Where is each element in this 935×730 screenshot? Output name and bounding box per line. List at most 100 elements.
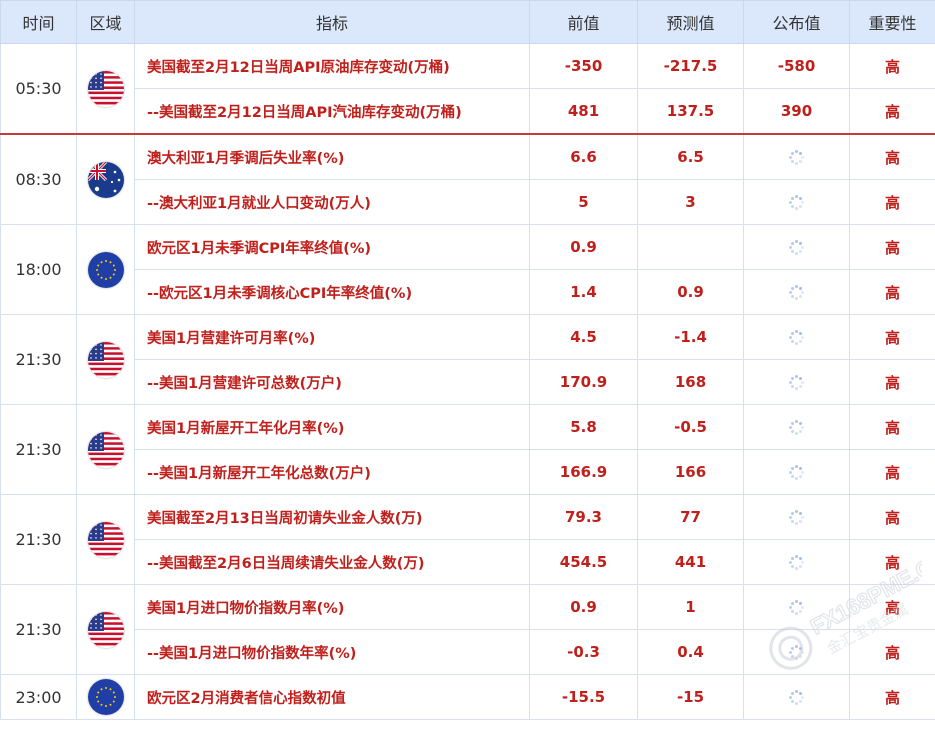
importance-value: 高 <box>849 359 935 405</box>
actual-value: 390 <box>743 88 850 135</box>
table-row: 18:00 欧元区1月未季调CPI年率终值(%) 0.9 高 <box>0 224 935 315</box>
actual-value <box>743 269 850 315</box>
forecast-value: 6.5 <box>637 133 744 180</box>
importance-value: 高 <box>849 539 935 585</box>
importance-value: 高 <box>849 629 935 675</box>
header-importance: 重要性 <box>849 0 935 44</box>
table-row: 21:30 美国截至2月13日当周初请失业金人数(万) 79.3 77 高 <box>0 494 935 585</box>
loading-icon <box>789 555 805 571</box>
region-flag <box>76 133 135 225</box>
header-forecast: 预测值 <box>637 0 744 44</box>
us-flag-icon <box>87 521 124 558</box>
loading-icon <box>789 195 805 211</box>
event-time: 05:30 <box>0 43 77 135</box>
actual-value <box>743 584 850 630</box>
event-time: 23:00 <box>0 674 77 720</box>
actual-value <box>743 404 850 450</box>
region-flag <box>76 404 135 495</box>
indicator-link[interactable]: --美国1月新屋开工年化总数(万户) <box>134 449 530 495</box>
indicator-link[interactable]: 美国1月营建许可月率(%) <box>134 314 530 360</box>
importance-value: 高 <box>849 88 935 135</box>
header-time: 时间 <box>0 0 77 44</box>
table-row: --欧元区1月未季调核心CPI年率终值(%) 1.4 0.9 高 <box>1 269 935 315</box>
australia-flag-icon <box>87 161 124 198</box>
previous-value: -15.5 <box>529 674 638 720</box>
actual-value <box>743 133 850 180</box>
indicator-link[interactable]: --欧元区1月未季调核心CPI年率终值(%) <box>134 269 530 315</box>
previous-value: -0.3 <box>529 629 638 675</box>
importance-value: 高 <box>849 449 935 495</box>
loading-icon <box>789 375 805 391</box>
table-row: --美国1月新屋开工年化总数(万户) 166.9 166 高 <box>1 449 935 495</box>
indicator-link[interactable]: --美国截至2月6日当周续请失业金人数(万) <box>134 539 530 585</box>
table-row: 05:30 美国截至2月12日当周API原油库存变动(万桶) -350 -217.5-… <box>0 43 935 135</box>
event-time: 21:30 <box>0 314 77 405</box>
forecast-value: 0.9 <box>637 269 744 315</box>
loading-icon <box>789 600 805 616</box>
importance-value: 高 <box>849 674 935 720</box>
indicator-link[interactable]: 欧元区1月未季调CPI年率终值(%) <box>134 224 530 270</box>
previous-value: 0.9 <box>529 224 638 270</box>
indicator-link[interactable]: 美国截至2月13日当周初请失业金人数(万) <box>134 494 530 540</box>
previous-value: -350 <box>529 43 638 89</box>
region-flag <box>76 43 135 135</box>
table-row: --美国截至2月6日当周续请失业金人数(万) 454.5 441 高 <box>1 539 935 585</box>
region-flag <box>76 314 135 405</box>
forecast-value: 1 <box>637 584 744 630</box>
header-indicator: 指标 <box>134 0 530 44</box>
table-row: --美国1月营建许可总数(万户) 170.9 168 高 <box>1 359 935 405</box>
event-time: 08:30 <box>0 133 77 225</box>
loading-icon <box>789 240 805 256</box>
forecast-value: 166 <box>637 449 744 495</box>
forecast-value: -15 <box>637 674 744 720</box>
previous-value: 5 <box>529 179 638 225</box>
indicator-link[interactable]: 美国1月新屋开工年化月率(%) <box>134 404 530 450</box>
actual-value <box>743 674 850 720</box>
forecast-value: 77 <box>637 494 744 540</box>
importance-value: 高 <box>849 494 935 540</box>
indicator-link[interactable]: 澳大利亚1月季调后失业率(%) <box>134 133 530 180</box>
forecast-value: 3 <box>637 179 744 225</box>
indicator-link[interactable]: 欧元区2月消费者信心指数初值 <box>134 674 530 720</box>
actual-value <box>743 359 850 405</box>
indicator-link[interactable]: --美国1月营建许可总数(万户) <box>134 359 530 405</box>
loading-icon <box>789 510 805 526</box>
table-row: 23:00 欧元区2月消费者信心指数初值 -15.5 -15 高 <box>0 674 935 720</box>
us-flag-icon <box>87 70 124 107</box>
event-time: 21:30 <box>0 404 77 495</box>
previous-value: 79.3 <box>529 494 638 540</box>
region-flag <box>76 674 135 720</box>
previous-value: 6.6 <box>529 133 638 180</box>
loading-icon <box>789 465 805 481</box>
header-actual: 公布值 <box>743 0 850 44</box>
previous-value: 5.8 <box>529 404 638 450</box>
header-row: 时间 区域 指标 前值 预测值 公布值 重要性 <box>0 0 935 44</box>
forecast-value: 0.4 <box>637 629 744 675</box>
forecast-value: 137.5 <box>637 88 744 135</box>
indicator-link[interactable]: 美国1月进口物价指数月率(%) <box>134 584 530 630</box>
region-flag <box>76 584 135 675</box>
table-row: --美国截至2月12日当周API汽油库存变动(万桶) 481 137.5 390 高 <box>1 88 935 135</box>
indicator-link[interactable]: 美国截至2月12日当周API原油库存变动(万桶) <box>134 43 530 89</box>
actual-value <box>743 224 850 270</box>
indicator-link[interactable]: --澳大利亚1月就业人口变动(万人) <box>134 179 530 225</box>
actual-value <box>743 494 850 540</box>
header-previous: 前值 <box>529 0 638 44</box>
loading-icon <box>789 285 805 301</box>
event-time: 21:30 <box>0 494 77 585</box>
loading-icon <box>789 330 805 346</box>
us-flag-icon <box>87 611 124 648</box>
table-row: --美国1月进口物价指数年率(%) -0.3 0.4 高 <box>1 629 935 675</box>
importance-value: 高 <box>849 314 935 360</box>
eu-flag-icon <box>87 679 124 715</box>
table-row: 21:30 美国1月营建许可月率(%) 4.5 -1.4 高 <box>0 314 935 405</box>
forecast-value: -217.5 <box>637 43 744 89</box>
previous-value: 166.9 <box>529 449 638 495</box>
indicator-link[interactable]: --美国1月进口物价指数年率(%) <box>134 629 530 675</box>
actual-value <box>743 539 850 585</box>
indicator-link[interactable]: --美国截至2月12日当周API汽油库存变动(万桶) <box>134 88 530 135</box>
loading-icon <box>789 690 805 706</box>
previous-value: 1.4 <box>529 269 638 315</box>
forecast-value <box>637 224 744 270</box>
importance-value: 高 <box>849 179 935 225</box>
